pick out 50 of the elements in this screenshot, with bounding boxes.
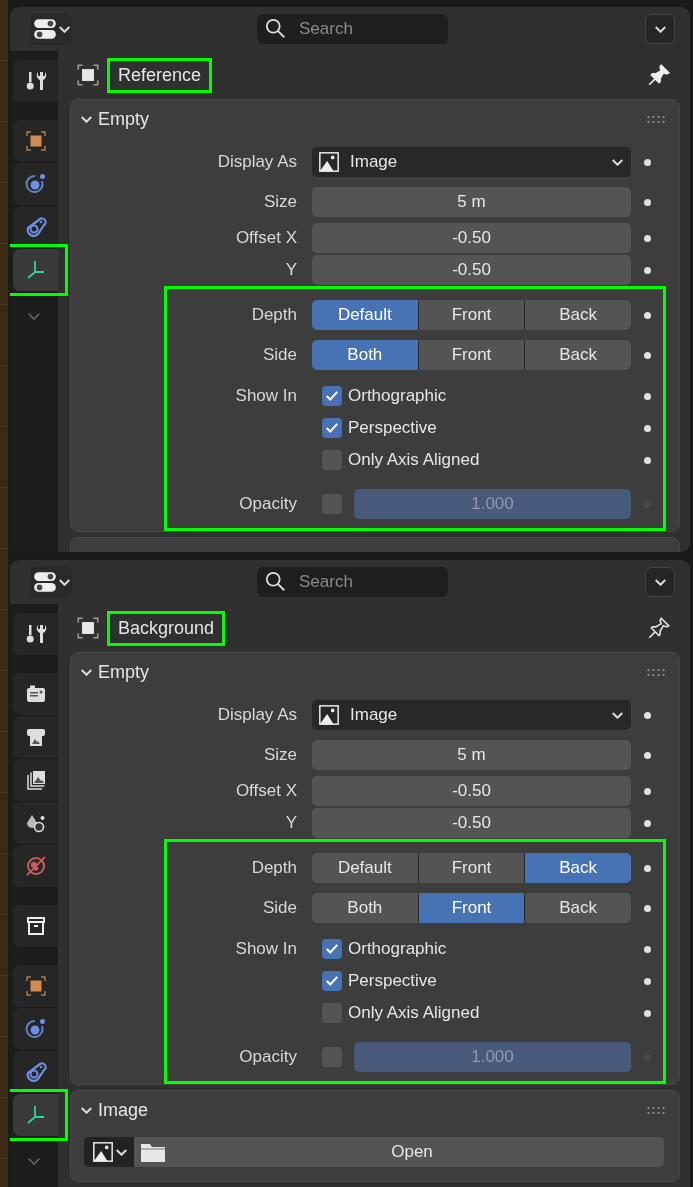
property-label: Show In: [234, 386, 297, 406]
object-name: Background: [118, 617, 215, 638]
offset-x-field[interactable]: -0.50: [312, 223, 631, 253]
checkbox-label: Perspective: [348, 971, 437, 991]
offset-x-field[interactable]: -0.50: [312, 776, 631, 806]
segment-option[interactable]: Front: [418, 340, 525, 370]
segment-option[interactable]: Front: [418, 893, 525, 923]
property-label: Depth: [250, 305, 297, 325]
display-as-dropdown[interactable]: Image: [312, 700, 631, 730]
search-field[interactable]: Search: [257, 567, 448, 597]
object-name: Reference: [118, 64, 202, 85]
segment-option[interactable]: Back: [525, 300, 631, 330]
segment-option[interactable]: Front: [418, 300, 525, 330]
segment-option[interactable]: Both: [312, 340, 418, 370]
section-title[interactable]: Empty: [98, 108, 149, 130]
size-field[interactable]: 5 m: [312, 740, 631, 770]
property-label: Offset X: [234, 781, 297, 801]
property-label: Opacity: [238, 1047, 297, 1067]
segment-option[interactable]: Default: [312, 853, 418, 883]
property-label: Side: [261, 345, 297, 365]
property-label: Depth: [250, 858, 297, 878]
property-label: Side: [261, 898, 297, 918]
property-label: Y: [284, 260, 297, 280]
checkbox-label: Only Axis Aligned: [348, 450, 480, 470]
offset-y-field[interactable]: -0.50: [312, 255, 631, 285]
segment-option[interactable]: Back: [525, 893, 631, 923]
property-label: Opacity: [238, 494, 297, 514]
search-field[interactable]: Search: [257, 14, 448, 44]
size-field[interactable]: 5 m: [312, 187, 631, 217]
property-label: Offset X: [234, 228, 297, 248]
property-label: Y: [284, 813, 297, 833]
display-as-dropdown[interactable]: Image: [312, 147, 631, 177]
section-title[interactable]: Empty: [98, 661, 149, 683]
checkbox-label: Perspective: [348, 418, 437, 438]
segment-option[interactable]: Back: [525, 853, 631, 883]
property-label: Display As: [216, 705, 297, 725]
offset-y-field[interactable]: -0.50: [312, 808, 631, 838]
segment-option[interactable]: Back: [525, 340, 631, 370]
checkbox-label: Only Axis Aligned: [348, 1003, 480, 1023]
section-title[interactable]: Image: [98, 1099, 149, 1121]
segment-option[interactable]: Both: [312, 893, 418, 923]
segment-option[interactable]: Default: [312, 300, 418, 330]
property-label: Size: [262, 192, 297, 212]
checkbox-label: Orthographic: [348, 939, 447, 959]
open-button[interactable]: Open: [134, 1137, 664, 1167]
property-label: Display As: [216, 152, 297, 172]
segment-option[interactable]: Front: [418, 853, 525, 883]
checkbox-label: Orthographic: [348, 386, 447, 406]
property-label: Show In: [234, 939, 297, 959]
property-label: Size: [262, 745, 297, 765]
